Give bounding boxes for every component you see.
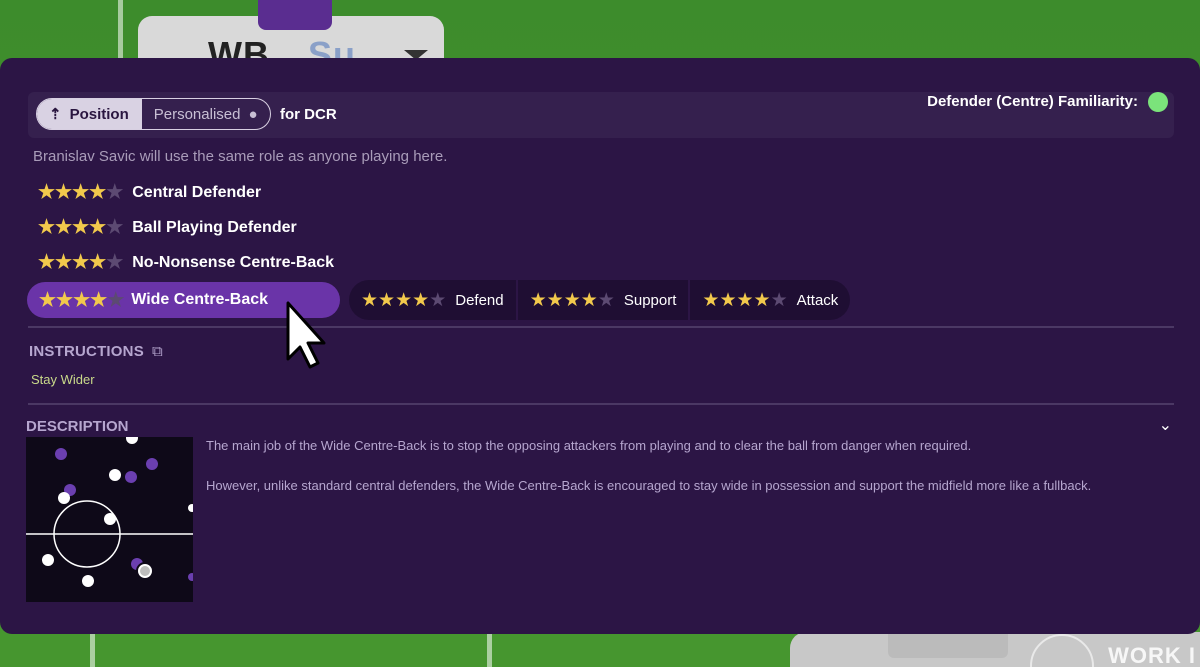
minimap-player <box>104 513 116 525</box>
instructions-heading: INSTRUCTIONS <box>29 343 144 360</box>
description-paragraph: The main job of the Wide Centre-Back is … <box>206 438 972 453</box>
position-tab-label: Position <box>69 105 129 123</box>
duty-label: Attack <box>796 291 839 309</box>
role-option[interactable]: ★ ★ ★ ★ ★ Ball Playing Defender <box>38 216 297 239</box>
rating-stars: ★ ★ ★ ★ ★ <box>38 252 123 273</box>
rating-stars: ★ ★ ★ ★ ★ <box>529 289 615 311</box>
background-card-tab <box>258 0 332 30</box>
divider <box>28 403 1174 405</box>
mouse-cursor-icon <box>286 301 326 369</box>
rating-stars: ★ ★ ★ ★ ★ <box>361 289 446 311</box>
duty-label: Defend <box>455 291 504 309</box>
minimap-graphic <box>26 437 193 587</box>
personalised-tab[interactable]: Personalised ● <box>140 99 270 129</box>
minimap-player <box>55 448 67 460</box>
role-source-toggle: ⇡ Position Personalised ● <box>36 98 271 130</box>
role-option[interactable]: ★ ★ ★ ★ ★ No-Nonsense Centre-Back <box>38 251 334 274</box>
duty-label: Support <box>623 291 677 309</box>
minimap-player <box>109 469 121 481</box>
background-card-tab <box>888 632 1008 658</box>
rating-stars: ★ ★ ★ ★ ★ <box>38 182 123 203</box>
duty-selector: ★ ★ ★ ★ ★ Defend ★ ★ ★ ★ ★ Support ★ ★ ★ ★ ★ Attack <box>349 280 851 320</box>
minimap-player <box>126 437 138 444</box>
minimap-player <box>188 573 193 581</box>
rating-stars: ★ ★ ★ ★ ★ <box>38 217 123 238</box>
duty-support-button[interactable]: ★ ★ ★ ★ ★ Support <box>515 280 689 320</box>
description-paragraph: However, unlike standard central defende… <box>206 478 1092 493</box>
role-selection-panel: ⇡ Position Personalised ● for DCR Defend… <box>0 58 1200 634</box>
position-tab[interactable]: ⇡ Position <box>37 99 141 129</box>
pitch-line <box>487 632 492 667</box>
position-label: for DCR <box>280 106 337 123</box>
personalised-tab-label: Personalised <box>153 105 241 123</box>
role-label: Ball Playing Defender <box>132 218 297 236</box>
minimap-player <box>42 554 54 566</box>
role-label: No-Nonsense Centre-Back <box>132 253 335 271</box>
divider <box>28 326 1174 328</box>
chevron-down-icon[interactable]: ⌄ <box>1159 415 1172 435</box>
role-label: Central Defender <box>132 183 262 201</box>
minimap-player <box>146 458 158 470</box>
rating-stars: ★ ★ ★ ★ ★ <box>702 289 787 311</box>
minimap-player <box>125 471 137 483</box>
minimap-player <box>82 575 94 587</box>
role-option[interactable]: ★ ★ ★ ★ ★ Central Defender <box>38 181 261 204</box>
duty-defend-button[interactable]: ★ ★ ★ ★ ★ Defend <box>349 280 516 320</box>
person-icon: ● <box>248 105 258 123</box>
minimap-player <box>188 504 193 512</box>
pitch-line <box>90 632 95 667</box>
duty-attack-button[interactable]: ★ ★ ★ ★ ★ Attack <box>688 280 850 320</box>
pitch-line <box>118 0 123 60</box>
rating-stars: ★ ★ ★ ★ ★ <box>39 289 124 311</box>
familiarity-indicator <box>1148 92 1168 112</box>
minimap-player <box>58 492 70 504</box>
external-link-icon[interactable]: ⧉ <box>152 343 163 360</box>
instruction-item: Stay Wider <box>31 372 95 387</box>
role-movement-minimap <box>26 437 193 602</box>
familiarity-label: Defender (Centre) Familiarity: <box>927 93 1138 110</box>
selected-role-label: Wide Centre-Back <box>131 291 269 308</box>
info-text: Branislav Savic will use the same role a… <box>33 148 448 165</box>
description-heading: DESCRIPTION <box>26 418 129 435</box>
minimap-selected-player-core <box>140 566 150 576</box>
watermark: WORK I <box>1108 643 1196 667</box>
position-icon: ⇡ <box>49 106 62 123</box>
